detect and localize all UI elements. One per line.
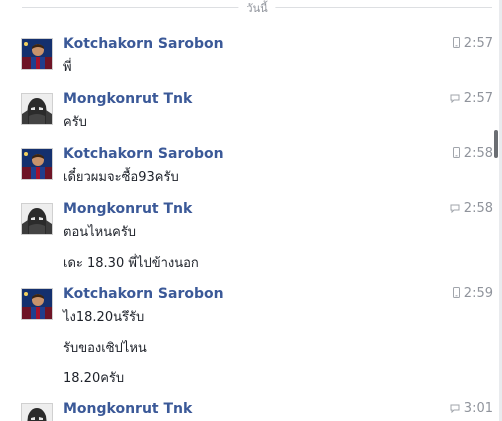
message-text: พี่ (63, 60, 72, 75)
avatar[interactable] (21, 203, 53, 235)
chat-icon (450, 92, 460, 107)
message-time-label: 2:58 (463, 201, 493, 216)
message-text: เดี๋ยวผมจะซื้อ93ครับ (63, 170, 179, 185)
message-time-label: 2:57 (463, 91, 493, 106)
message-text: ไง18.20นรึรับ (63, 310, 145, 325)
avatar[interactable] (21, 403, 53, 421)
avatar-image (22, 289, 52, 319)
date-divider: วันนี้ (22, 0, 492, 17)
message-group: Mongkonrut Tnk 2:58 ตอนไหนครับ เดะ 18.30… (21, 201, 493, 273)
message-text: รับของเซิปไหน (63, 341, 147, 356)
mobile-icon (452, 147, 460, 162)
sender-name[interactable]: Mongkonrut Tnk (63, 401, 192, 417)
message-time-label: 2:59 (463, 286, 493, 301)
message-time-label: 3:01 (463, 401, 493, 416)
avatar-image (22, 149, 52, 179)
avatar[interactable] (21, 38, 53, 70)
message-group: Mongkonrut Tnk 3:01 (21, 401, 493, 421)
message-group: Kotchakorn Sarobon 2:57 พี่ (21, 36, 493, 78)
chat-icon (450, 202, 460, 217)
avatar-image (22, 204, 52, 234)
message-time-label: 2:57 (463, 36, 493, 51)
sender-name[interactable]: Mongkonrut Tnk (63, 201, 192, 217)
avatar[interactable] (21, 93, 53, 125)
message-group: Kotchakorn Sarobon 2:58 เดี๋ยวผมจะซื้อ93… (21, 146, 493, 188)
chat-icon (450, 402, 460, 417)
avatar[interactable] (21, 288, 53, 320)
sender-name[interactable]: Mongkonrut Tnk (63, 91, 192, 107)
message-time: 2:58 (450, 201, 493, 217)
date-divider-label: วันนี้ (238, 0, 276, 17)
sender-name[interactable]: Kotchakorn Sarobon (63, 36, 224, 52)
avatar[interactable] (21, 148, 53, 180)
message-time: 2:57 (450, 91, 493, 107)
sender-name[interactable]: Kotchakorn Sarobon (63, 286, 224, 302)
mobile-icon (452, 287, 460, 302)
sender-name[interactable]: Kotchakorn Sarobon (63, 146, 224, 162)
scrollbar-thumb[interactable] (494, 130, 498, 158)
chat-conversation: วันนี้ Kotchakorn Sarobon 2:57 พี่ Mongk… (0, 0, 502, 421)
mobile-icon (452, 37, 460, 52)
message-group: Kotchakorn Sarobon 2:59 ไง18.20นรึรับ รั… (21, 286, 493, 388)
message-text: ตอนไหนครับ (63, 225, 137, 240)
message-time-label: 2:58 (463, 146, 493, 161)
message-time: 2:58 (452, 146, 493, 162)
avatar-image (22, 404, 52, 421)
message-time: 2:57 (452, 36, 493, 52)
message-group: Mongkonrut Tnk 2:57 ครับ (21, 91, 493, 133)
avatar-image (22, 39, 52, 69)
message-text: ครับ (63, 115, 87, 130)
message-time: 3:01 (450, 401, 493, 417)
avatar-image (22, 94, 52, 124)
message-time: 2:59 (452, 286, 493, 302)
message-text: 18.20ครับ (63, 371, 125, 386)
message-text: เดะ 18.30 พี่ไปข้างนอก (63, 256, 199, 271)
